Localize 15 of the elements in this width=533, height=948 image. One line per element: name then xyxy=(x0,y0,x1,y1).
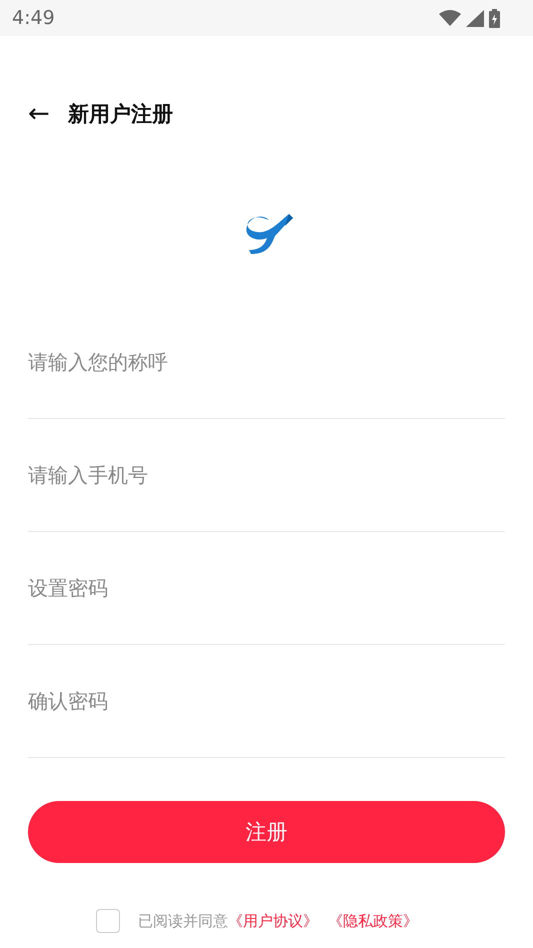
agreement-text: 已阅读并同意 xyxy=(138,912,228,930)
battery-icon xyxy=(489,8,500,28)
input-field[interactable]: 请输入手机号 xyxy=(28,455,505,495)
back-button[interactable]: ← xyxy=(28,101,68,127)
status-time: 4:49 xyxy=(12,7,55,29)
input-field[interactable]: 确认密码 xyxy=(28,681,505,721)
register-button[interactable]: 注册 xyxy=(28,801,505,863)
wifi-icon xyxy=(439,10,461,26)
policy-link[interactable]: 《用户协议》 xyxy=(228,912,318,930)
page-title: 新用户注册 xyxy=(68,101,173,128)
agreement-checkbox[interactable] xyxy=(96,909,120,933)
input-field[interactable]: 请输入您的称呼 xyxy=(28,342,505,382)
policy-link[interactable]: 《隐私政策》 xyxy=(328,912,418,930)
input-field[interactable]: 设置密码 xyxy=(28,568,505,608)
signal-icon xyxy=(466,10,484,26)
